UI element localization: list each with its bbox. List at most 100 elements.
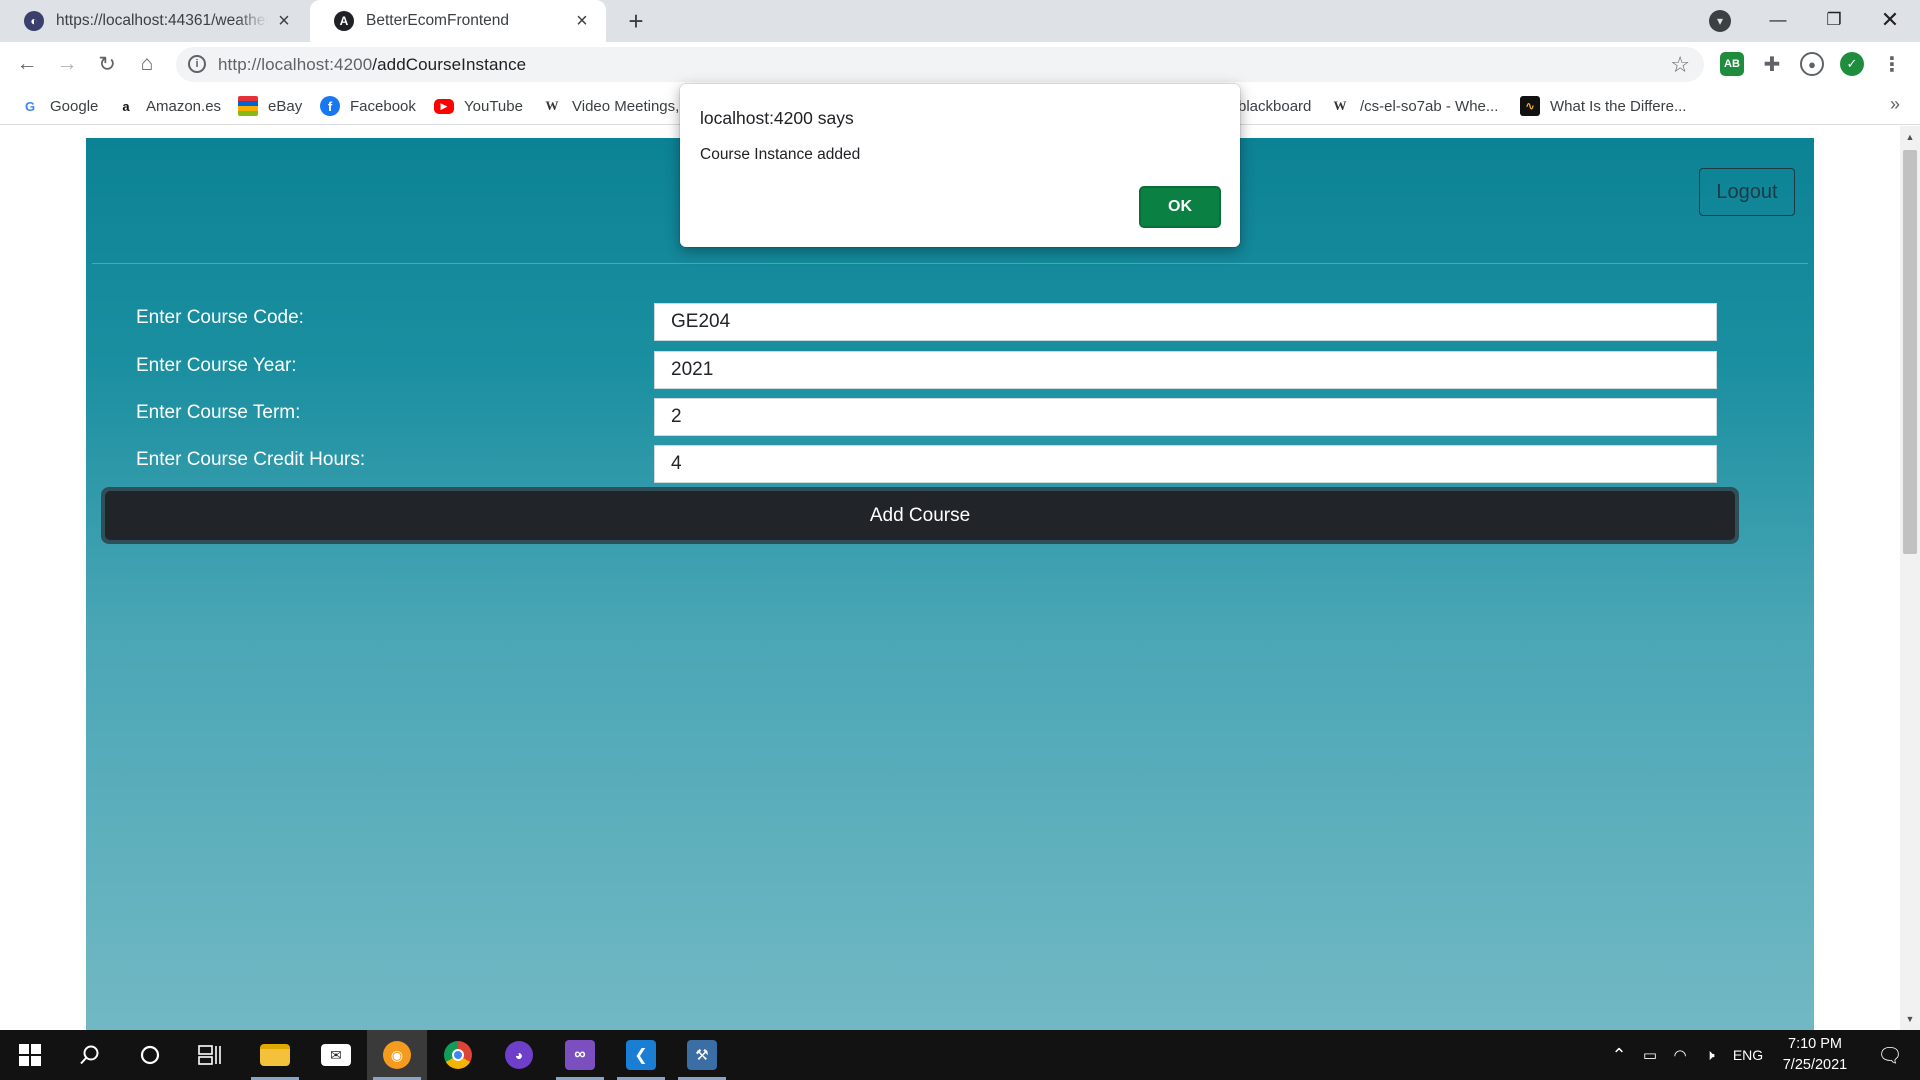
scroll-up-arrow-icon[interactable]: ▲ xyxy=(1900,128,1920,146)
github-icon: ◕ xyxy=(505,1041,533,1069)
bookmark-label: YouTube xyxy=(464,97,523,115)
bookmark-video-meetings[interactable]: W Video Meetings, xyxy=(542,95,680,117)
url-host: http://localhost:4200 xyxy=(218,55,373,74)
back-arrow-icon[interactable]: ← xyxy=(12,49,42,79)
clock-date: 7/25/2021 xyxy=(1782,1057,1848,1073)
profile-icon[interactable]: ● xyxy=(1800,52,1824,76)
language-indicator[interactable]: ENG xyxy=(1728,1030,1768,1080)
extensions-puzzle-icon[interactable]: ✚ xyxy=(1760,52,1784,76)
taskbar-visual-studio[interactable]: ∞ xyxy=(550,1030,610,1080)
taskbar-chrome[interactable] xyxy=(428,1030,488,1080)
bookmark-amazon[interactable]: a Amazon.es xyxy=(116,95,221,117)
notification-center-icon[interactable]: 🗨 xyxy=(1866,1030,1914,1080)
taskbar-github[interactable]: ◕ xyxy=(489,1030,549,1080)
bookmark-what-is-the-difference[interactable]: ∿ What Is the Differe... xyxy=(1520,95,1686,117)
clock-time: 7:10 PM xyxy=(1788,1036,1842,1052)
chrome-center-dot xyxy=(452,1049,464,1061)
course-credit-hours-input[interactable] xyxy=(654,445,1717,483)
browser-toolbar: ← → ↻ ⌂ i http://localhost:4200/addCours… xyxy=(0,42,1920,87)
taskbar-clock[interactable]: 7:10 PM 7/25/2021 xyxy=(1770,1034,1860,1076)
folder-icon xyxy=(260,1044,290,1066)
add-course-button[interactable]: Add Course xyxy=(105,491,1735,540)
dialog-title: localhost:4200 says xyxy=(700,108,854,128)
database-tool-icon: ⚒ xyxy=(687,1040,717,1070)
course-term-input[interactable] xyxy=(654,398,1717,436)
home-icon[interactable]: ⌂ xyxy=(132,49,162,79)
close-window-button[interactable]: ✕ xyxy=(1862,0,1918,40)
course-code-label: Enter Course Code: xyxy=(136,307,304,328)
brave-shield-icon: ◉ xyxy=(383,1041,411,1069)
battery-icon[interactable]: ▭ xyxy=(1636,1030,1664,1080)
wifi-icon[interactable]: ◠ xyxy=(1666,1030,1694,1080)
course-code-input[interactable] xyxy=(654,303,1717,341)
course-term-label: Enter Course Term: xyxy=(136,402,301,423)
url-text[interactable]: http://localhost:4200/addCourseInstance xyxy=(218,55,526,75)
mail-envelope-icon: ✉ xyxy=(321,1044,351,1066)
bookmark-cs-el-so7ab[interactable]: W /cs-el-so7ab - Whe... xyxy=(1330,95,1499,117)
new-tab-button[interactable]: + xyxy=(622,6,650,36)
address-bar[interactable]: i http://localhost:4200/addCourseInstanc… xyxy=(176,47,1704,82)
bookmark-label: /cs-el-so7ab - Whe... xyxy=(1360,97,1499,115)
bookmark-google[interactable]: G Google xyxy=(20,95,98,117)
taskbar-browser-active[interactable]: ◉ xyxy=(367,1030,427,1080)
tray-chevron-up-icon[interactable]: ⌃ xyxy=(1606,1030,1632,1080)
scrollbar-thumb[interactable] xyxy=(1903,150,1917,554)
tab-search-icon[interactable]: ▾ xyxy=(1709,10,1731,32)
course-term-row: Enter Course Term: xyxy=(86,398,1814,438)
course-credit-hours-label: Enter Course Credit Hours: xyxy=(136,449,366,470)
globe-icon: ◐ xyxy=(24,11,44,31)
scroll-down-arrow-icon[interactable]: ▼ xyxy=(1900,1010,1920,1028)
volume-muted-icon[interactable]: 🕨 xyxy=(1696,1030,1724,1080)
add-course-instance-page: Logout Enter Course Code: Enter Course Y… xyxy=(86,138,1814,1030)
youtube-icon: ▶ xyxy=(434,98,454,114)
alert-dialog: localhost:4200 says Course Instance adde… xyxy=(680,84,1240,247)
bookmark-star-icon[interactable]: ☆ xyxy=(1670,52,1690,78)
close-tab-icon[interactable]: × xyxy=(274,10,294,32)
bookmark-ebay[interactable]: eBay xyxy=(238,95,302,117)
w-icon: W xyxy=(545,98,559,113)
taskbar-vscode[interactable]: ❮ xyxy=(611,1030,671,1080)
menu-dots-icon[interactable]: ⋮ xyxy=(1880,52,1904,76)
forward-arrow-icon[interactable]: → xyxy=(52,49,82,79)
bookmark-blackboard[interactable]: blackboard xyxy=(1238,95,1311,117)
cortana-circle-icon xyxy=(135,1040,165,1070)
course-year-row: Enter Course Year: xyxy=(86,351,1814,391)
visual-studio-icon: ∞ xyxy=(565,1040,595,1070)
course-year-input[interactable] xyxy=(654,351,1717,389)
logout-button[interactable]: Logout xyxy=(1699,168,1795,216)
close-tab-icon[interactable]: × xyxy=(572,10,592,32)
tab-weatherforecast[interactable]: ◐ https://localhost:44361/weatherforecas… xyxy=(0,0,308,42)
windows-logo-icon xyxy=(15,1040,45,1070)
shield-extension-icon[interactable]: ✓ xyxy=(1840,52,1864,76)
course-code-row: Enter Course Code: xyxy=(86,303,1814,343)
tab-betterecomfrontend[interactable]: A BetterEcomFrontend × xyxy=(310,0,606,42)
start-button[interactable] xyxy=(0,1030,60,1080)
facebook-icon: f xyxy=(320,96,340,116)
vscode-icon: ❮ xyxy=(626,1040,656,1070)
search-icon xyxy=(75,1040,105,1070)
tab-title: https://localhost:44361/weatherforecast xyxy=(56,12,268,29)
cortana-button[interactable] xyxy=(120,1030,180,1080)
minimize-button[interactable]: — xyxy=(1750,0,1806,40)
angular-icon: A xyxy=(334,11,354,31)
chart-icon: ∿ xyxy=(1520,96,1540,116)
task-view-button[interactable] xyxy=(180,1030,240,1080)
adblock-extension-icon[interactable]: AB xyxy=(1720,52,1744,76)
url-path: /addCourseInstance xyxy=(372,55,527,74)
bookmark-facebook[interactable]: f Facebook xyxy=(320,95,416,117)
taskbar-sql-tool[interactable]: ⚒ xyxy=(672,1030,732,1080)
add-course-button-focus-ring: Add Course xyxy=(101,487,1739,544)
bookmark-label: Google xyxy=(50,97,99,115)
reload-icon[interactable]: ↻ xyxy=(92,49,122,79)
taskbar-file-explorer[interactable] xyxy=(245,1030,305,1080)
tab-title: BetterEcomFrontend xyxy=(366,12,510,29)
taskbar-search-button[interactable] xyxy=(60,1030,120,1080)
restore-button[interactable]: ❐ xyxy=(1806,0,1862,40)
dialog-ok-button[interactable]: OK xyxy=(1139,186,1221,228)
course-credit-hours-row: Enter Course Credit Hours: xyxy=(86,445,1814,485)
taskbar-mail[interactable]: ✉ xyxy=(306,1030,366,1080)
more-bookmarks-chevron-icon[interactable]: » xyxy=(1890,94,1900,115)
bookmark-youtube[interactable]: ▶ YouTube xyxy=(434,95,523,117)
info-icon[interactable]: i xyxy=(188,55,206,73)
page-scrollbar[interactable]: ▲ ▼ xyxy=(1900,126,1920,1030)
